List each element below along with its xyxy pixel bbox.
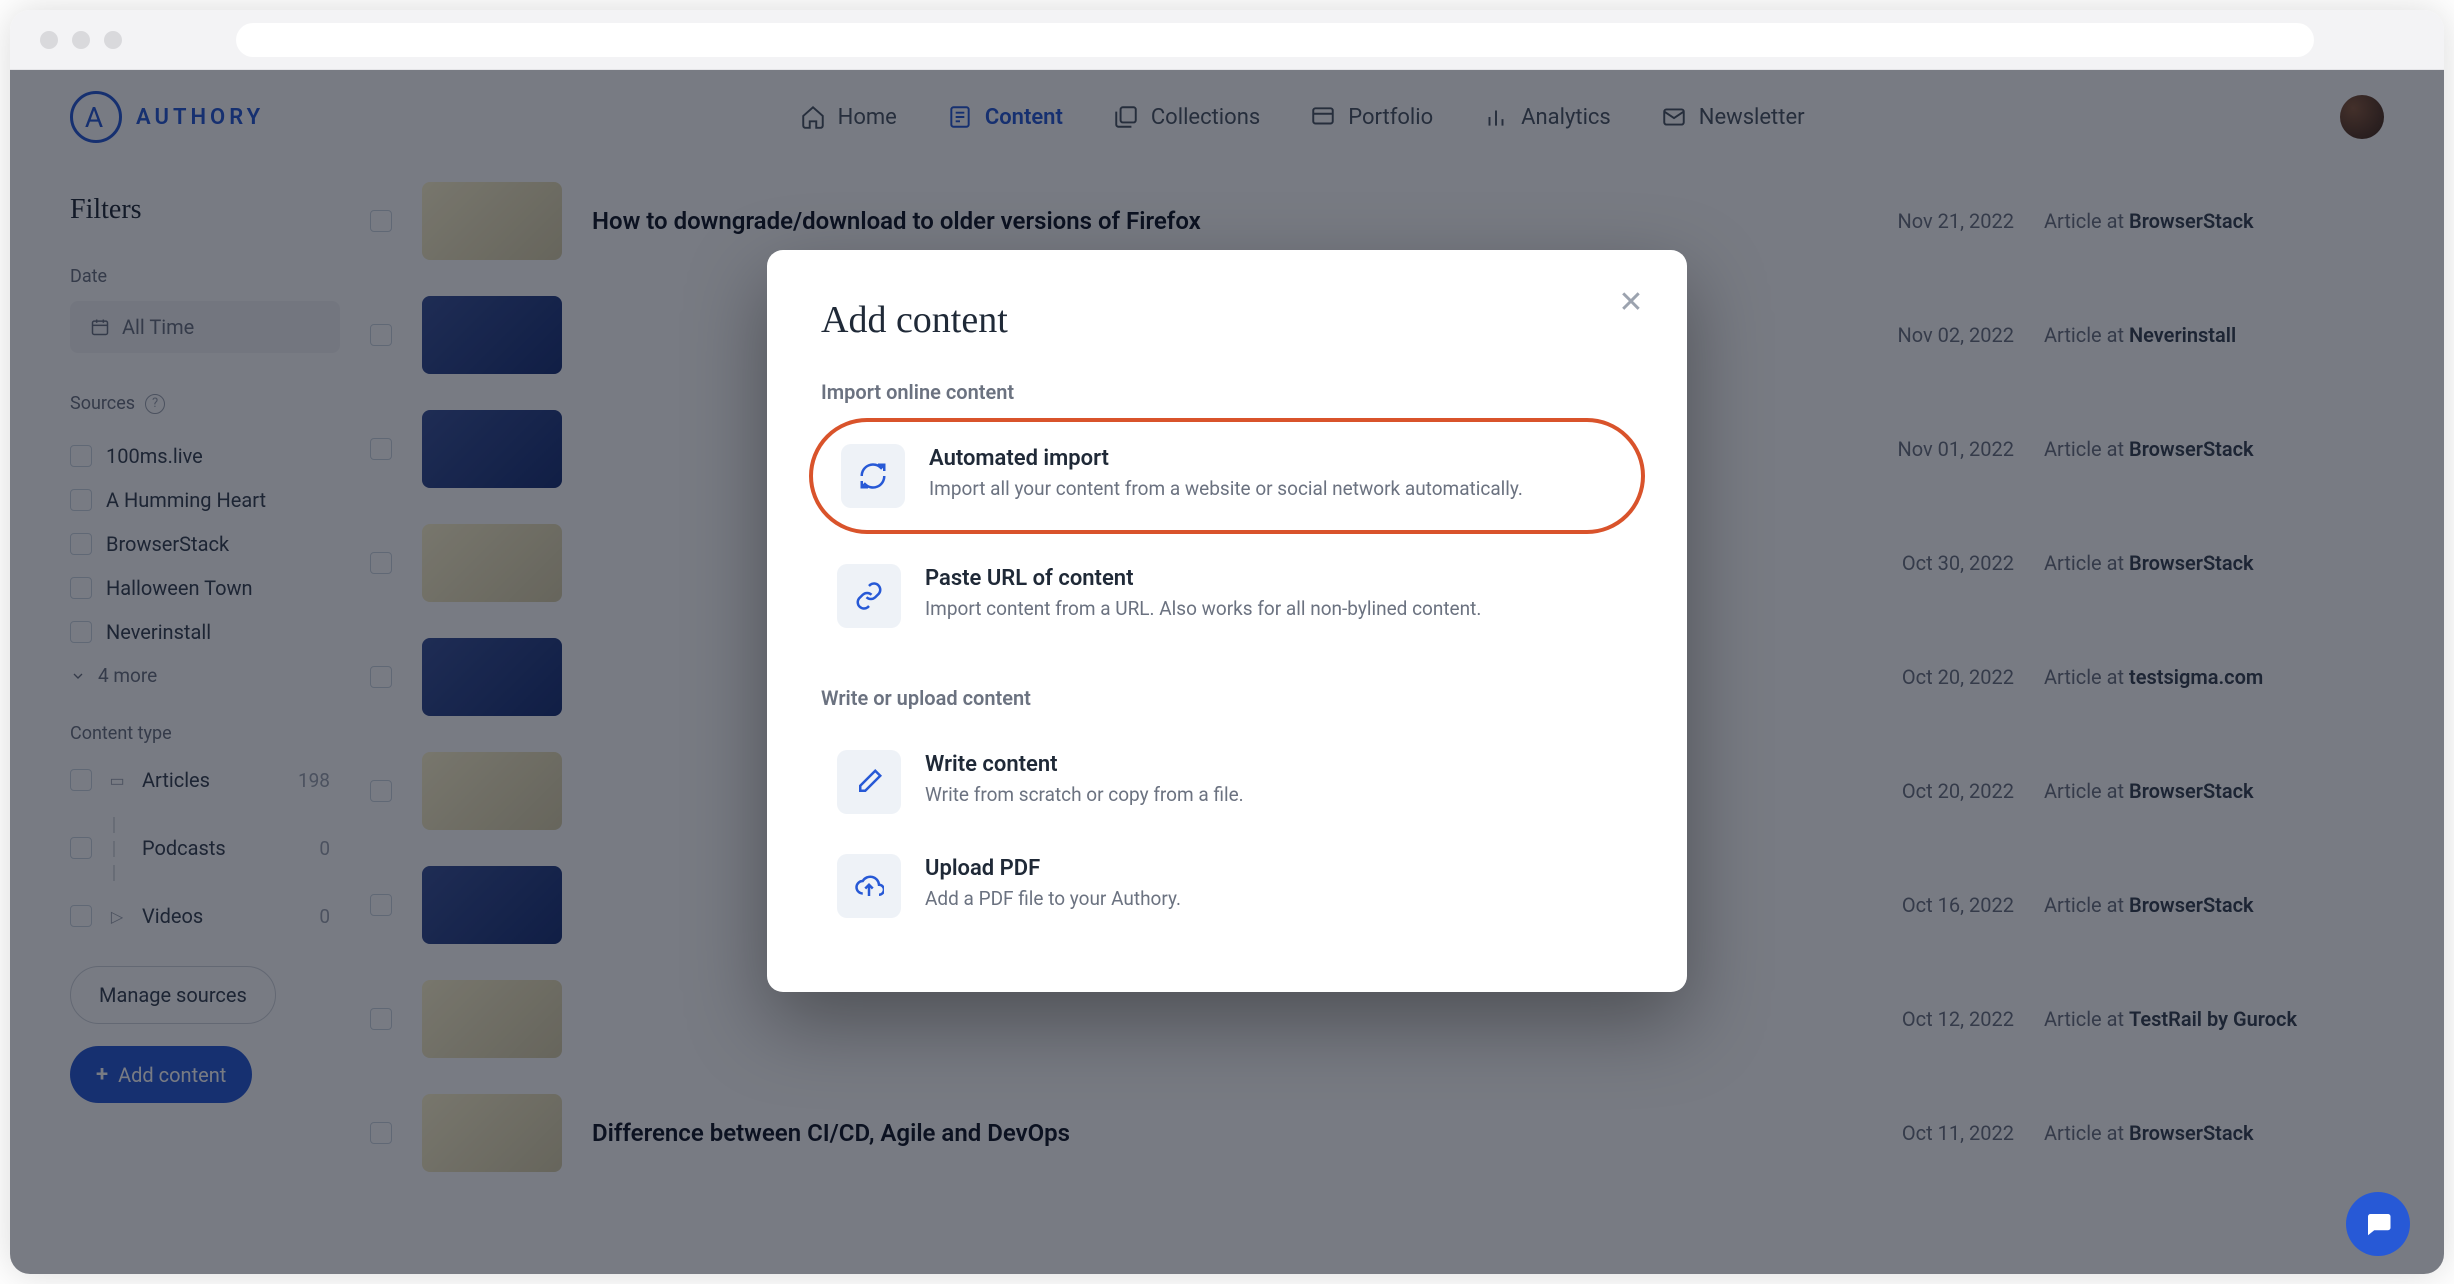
chat-widget[interactable] [2346,1192,2410,1256]
url-bar[interactable] [236,23,2314,57]
option-upload-title: Upload PDF [925,856,1181,881]
upload-cloud-icon [837,854,901,918]
option-upload-desc: Add a PDF file to your Authory. [925,887,1181,910]
close-window-icon[interactable] [40,31,58,49]
option-upload-pdf[interactable]: Upload PDF Add a PDF file to your Author… [821,834,1633,938]
option-automated-import[interactable]: Automated import Import all your content… [809,418,1645,534]
close-icon[interactable]: ✕ [1615,286,1647,318]
write-section-label: Write or upload content [821,686,1633,710]
option-paste-url[interactable]: Paste URL of content Import content from… [821,544,1633,648]
add-content-modal: Add content ✕ Import online content Auto… [767,250,1687,992]
pencil-icon [837,750,901,814]
option-paste-title: Paste URL of content [925,566,1481,591]
option-write-content[interactable]: Write content Write from scratch or copy… [821,730,1633,834]
sync-icon [841,444,905,508]
option-paste-desc: Import content from a URL. Also works fo… [925,597,1481,620]
link-icon [837,564,901,628]
browser-chrome [10,10,2444,70]
maximize-window-icon[interactable] [104,31,122,49]
import-section-label: Import online content [821,380,1633,404]
option-write-title: Write content [925,752,1244,777]
option-automated-desc: Import all your content from a website o… [929,477,1523,500]
option-write-desc: Write from scratch or copy from a file. [925,783,1244,806]
option-automated-title: Automated import [929,446,1523,471]
modal-title: Add content [821,298,1633,342]
window-controls [40,31,122,49]
minimize-window-icon[interactable] [72,31,90,49]
chat-icon [2363,1209,2393,1239]
